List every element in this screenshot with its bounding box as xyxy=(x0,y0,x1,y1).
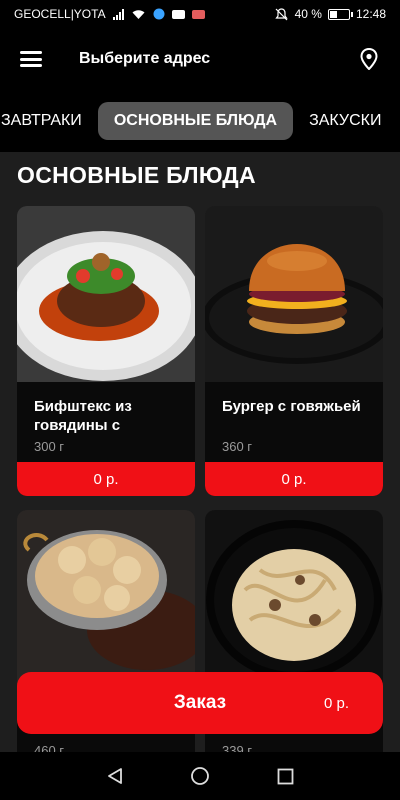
message-notification-icon xyxy=(192,7,206,21)
product-image xyxy=(17,510,195,686)
address-selector[interactable]: Выберите адрес xyxy=(79,50,358,68)
wifi-icon xyxy=(132,7,146,21)
product-price-button[interactable]: 0 р. xyxy=(17,462,195,496)
product-weight: 339 г xyxy=(222,743,253,752)
product-image xyxy=(205,510,383,686)
product-card[interactable]: Бургер с говяжьей 360 г 0 р. xyxy=(205,206,383,496)
tab-snacks[interactable]: ЗАКУСКИ xyxy=(293,102,397,140)
order-button[interactable]: Заказ 0 р. xyxy=(17,672,383,734)
vk-notification-icon xyxy=(172,7,186,21)
battery-percent: 40 % xyxy=(294,7,322,21)
product-weight: 360 г xyxy=(222,439,253,454)
product-price-button[interactable]: 0 р. xyxy=(205,462,383,496)
mute-icon xyxy=(275,7,289,21)
recent-apps-icon[interactable] xyxy=(273,764,297,788)
battery-icon xyxy=(327,8,353,20)
product-weight: 460 г xyxy=(34,743,65,752)
order-total: 0 р. xyxy=(323,694,349,712)
clock: 12:48 xyxy=(355,7,386,21)
map-pin-icon[interactable] xyxy=(358,48,380,70)
product-weight: 300 г xyxy=(34,439,65,454)
signal-icon xyxy=(112,7,126,21)
product-image xyxy=(205,206,383,382)
product-name: Бургер с говяжьей xyxy=(222,398,361,415)
carrier-label: GEOCELL|YOTA xyxy=(14,7,106,21)
back-icon[interactable] xyxy=(103,764,127,788)
tab-main-dishes[interactable]: ОСНОВНЫЕ БЛЮДА xyxy=(97,102,294,140)
hamburger-menu-icon[interactable] xyxy=(20,51,42,67)
section-title: ОСНОВНЫЕ БЛЮДА xyxy=(17,162,256,188)
menu-content: ОСНОВНЫЕ БЛЮДА Бифштекс из говядины с 30… xyxy=(0,152,400,752)
category-tabs: ЗАВТРАКИ ОСНОВНЫЕ БЛЮДА ЗАКУСКИ xyxy=(0,90,400,152)
home-icon[interactable] xyxy=(188,764,212,788)
order-label: Заказ xyxy=(173,692,227,713)
tab-breakfast[interactable]: ЗАВТРАКИ xyxy=(0,102,98,140)
app-header: Выберите адрес xyxy=(0,28,400,90)
app-notification-icon xyxy=(152,7,166,21)
status-bar: GEOCELL|YOTA 40 % 12:48 xyxy=(0,0,400,28)
product-image xyxy=(17,206,195,382)
product-name: Бифштекс из говядины с xyxy=(34,398,132,434)
system-nav-bar xyxy=(0,752,400,800)
product-card[interactable]: Бифштекс из говядины с 300 г 0 р. xyxy=(17,206,195,496)
